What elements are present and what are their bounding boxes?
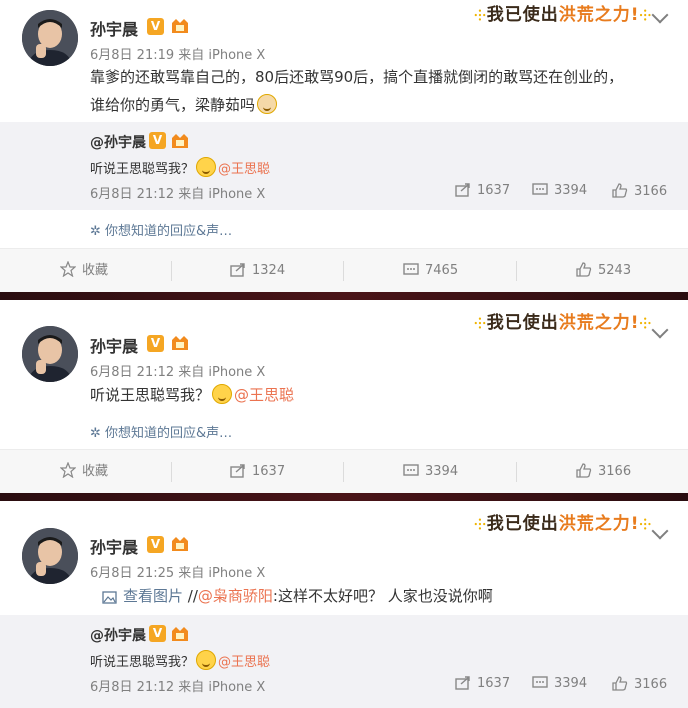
quoted-post[interactable]: @孙宇晨 V 听说王思聪骂我？ @王思聪 6月8日 21:12 来自 iPhone… — [0, 122, 688, 210]
author-name[interactable]: 孙宇晨 — [90, 534, 138, 558]
post-meta: 6月8日 21:12 来自 iPhone X — [90, 365, 266, 380]
repost-icon — [230, 263, 245, 277]
repost-icon — [455, 676, 470, 690]
mention-link[interactable]: @王思聪 — [218, 655, 270, 670]
repost-button[interactable]: 1324 — [230, 249, 285, 293]
post-meta: 6月8日 21:19 来自 iPhone X — [90, 48, 266, 63]
quoted-comment-count[interactable]: 3394 — [532, 676, 587, 691]
verified-v-icon: V — [147, 335, 164, 352]
related-hint[interactable]: ✲ 你想知道的回应&声… — [90, 220, 232, 239]
quoted-text: 听说王思聪骂我？ @王思聪 — [90, 650, 270, 670]
repost-icon — [455, 183, 470, 197]
verified-v-icon: V — [147, 18, 164, 35]
quoted-repost-count[interactable]: 1637 — [455, 183, 510, 198]
divider — [171, 462, 172, 482]
weibo-post-2: 孙宇晨 V 6月8日 21:12 来自 iPhone X ⸭我已使出洪荒之力!⸭… — [0, 300, 688, 493]
mention-link[interactable]: @王思聪 — [234, 386, 294, 404]
repost-icon — [230, 464, 245, 478]
post-meta: 6月8日 21:25 来自 iPhone X — [90, 566, 266, 581]
smile-emoji-icon — [196, 157, 217, 177]
quoted-comment-count[interactable]: 3394 — [532, 183, 587, 198]
smile-emoji-icon — [212, 384, 233, 404]
mention-link[interactable]: @王思聪 — [218, 162, 270, 177]
quoted-text: 听说王思聪骂我？ @王思聪 — [90, 157, 270, 177]
post-text-line2: 谁给你的勇气，梁静茹吗 — [90, 92, 279, 118]
thumbs-up-icon — [612, 183, 628, 198]
chevron-down-icon[interactable] — [651, 6, 669, 24]
banner-sticker: ⸭我已使出洪荒之力!⸭ — [474, 313, 652, 333]
banner-sticker: ⸭我已使出洪荒之力!⸭ — [474, 514, 652, 534]
fan-badge-icon — [172, 627, 188, 641]
mention-link[interactable]: @枭商骄阳 — [198, 587, 273, 605]
fan-badge-icon — [172, 134, 188, 148]
banner-sticker: ⸭我已使出洪荒之力!⸭ — [474, 5, 652, 25]
chevron-down-icon[interactable] — [651, 522, 669, 540]
comment-icon — [532, 676, 548, 688]
comment-icon — [403, 464, 419, 476]
avatar[interactable] — [22, 326, 78, 382]
doge-emoji-icon — [257, 94, 278, 114]
verified-v-icon: V — [149, 625, 166, 642]
chevron-down-icon[interactable] — [651, 321, 669, 339]
divider — [516, 261, 517, 281]
divider — [343, 261, 344, 281]
smile-emoji-icon — [196, 650, 217, 670]
spark-icon: ✲ — [90, 224, 106, 239]
divider — [343, 462, 344, 482]
post-actions: 收藏 1637 3394 3166 — [0, 449, 688, 493]
like-button[interactable]: 3166 — [576, 450, 631, 494]
comment-button[interactable]: 7465 — [403, 249, 458, 293]
sparkle-icon: ⸭ — [474, 8, 487, 24]
post-actions: 收藏 1324 7465 5243 — [0, 248, 688, 292]
post-text-line1: 靠爹的还敢骂靠自己的，80后还敢骂90后，搞个直播就倒闭的敢骂还在创业的， — [90, 68, 624, 86]
quoted-author[interactable]: @孙宇晨 — [90, 625, 146, 645]
verified-v-icon: V — [149, 132, 166, 149]
collect-button[interactable]: 收藏 — [59, 249, 108, 293]
author-name[interactable]: 孙宇晨 — [90, 16, 138, 40]
quoted-repost-count[interactable]: 1637 — [455, 676, 510, 691]
comment-icon — [403, 263, 419, 275]
post-text: 听说王思聪骂我？ @王思聪 — [90, 384, 295, 404]
fan-badge-icon — [172, 336, 188, 350]
fan-badge-icon — [172, 537, 188, 551]
divider — [171, 261, 172, 281]
quoted-like-count[interactable]: 3166 — [612, 183, 667, 199]
quoted-post[interactable]: @孙宇晨 V 听说王思聪骂我？ @王思聪 6月8日 21:12 来自 iPhone… — [0, 615, 688, 708]
divider — [516, 462, 517, 482]
verified-v-icon: V — [147, 536, 164, 553]
image-icon — [102, 591, 117, 604]
thumbs-up-icon — [612, 676, 628, 691]
quoted-like-count[interactable]: 3166 — [612, 676, 667, 692]
star-icon — [59, 260, 77, 278]
quoted-author[interactable]: @孙宇晨 — [90, 132, 146, 152]
author-name[interactable]: 孙宇晨 — [90, 333, 138, 357]
sparkle-icon: ⸭ — [474, 316, 487, 332]
sparkle-icon: ⸭ — [639, 8, 652, 24]
spark-icon: ✲ — [90, 426, 106, 441]
post-separator — [0, 292, 688, 300]
star-icon — [59, 461, 77, 479]
like-button[interactable]: 5243 — [576, 249, 631, 293]
weibo-post-3: 孙宇晨 V 6月8日 21:25 来自 iPhone X ⸭我已使出洪荒之力!⸭… — [0, 501, 688, 708]
comment-button[interactable]: 3394 — [403, 450, 458, 494]
related-hint[interactable]: ✲ 你想知道的回应&声… — [90, 422, 232, 441]
quoted-meta: 6月8日 21:12 来自 iPhone X — [90, 680, 266, 695]
thumbs-up-icon — [576, 463, 592, 478]
view-image-link[interactable]: 查看图片 — [123, 587, 183, 605]
weibo-post-1: 孙宇晨 V 6月8日 21:19 来自 iPhone X ⸭我已使出洪荒之力!⸭… — [0, 0, 688, 292]
comment-icon — [532, 183, 548, 195]
thumbs-up-icon — [576, 262, 592, 277]
avatar[interactable] — [22, 10, 78, 66]
post-separator — [0, 493, 688, 501]
sparkle-icon: ⸭ — [474, 517, 487, 533]
repost-button[interactable]: 1637 — [230, 450, 285, 494]
collect-button[interactable]: 收藏 — [59, 450, 108, 494]
avatar[interactable] — [22, 528, 78, 584]
post-text: 查看图片 //@枭商骄阳:这样不太好吧？ 人家也没说你啊 — [102, 583, 493, 609]
fan-badge-icon — [172, 19, 188, 33]
quoted-meta: 6月8日 21:12 来自 iPhone X — [90, 187, 266, 202]
